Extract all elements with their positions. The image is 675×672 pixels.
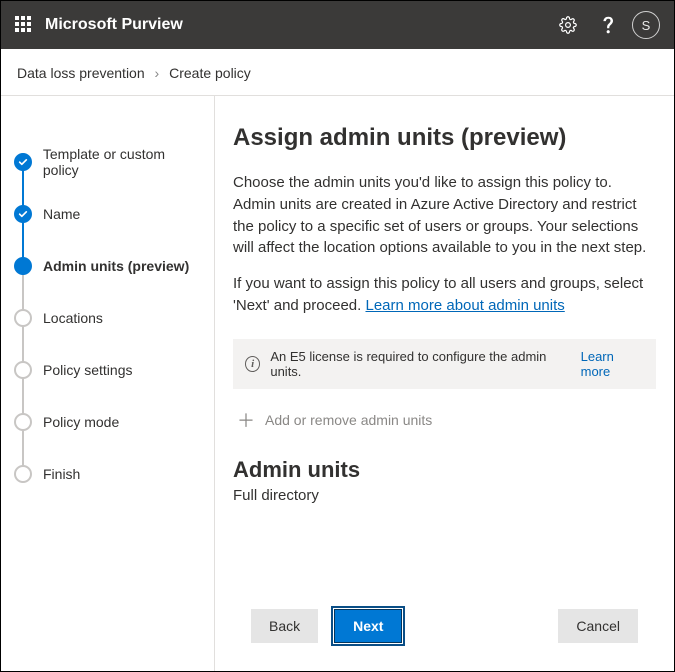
step-done-icon bbox=[14, 205, 32, 223]
help-button[interactable] bbox=[588, 1, 628, 49]
wizard-step-label: Name bbox=[43, 206, 80, 222]
description-2: If you want to assign this policy to all… bbox=[233, 273, 656, 317]
plus-icon: ＋ bbox=[237, 407, 255, 433]
wizard-step-label: Policy mode bbox=[43, 414, 119, 430]
admin-units-value: Full directory bbox=[233, 487, 656, 504]
license-info-banner: i An E5 license is required to configure… bbox=[233, 339, 656, 389]
wizard-step[interactable]: Locations bbox=[11, 292, 204, 344]
step-current-icon bbox=[14, 257, 32, 275]
banner-learn-more-link[interactable]: Learn more bbox=[581, 349, 644, 379]
wizard-step-label: Template or custom policy bbox=[43, 146, 204, 178]
step-pending-icon bbox=[14, 413, 32, 431]
gear-icon bbox=[559, 16, 577, 34]
wizard-step[interactable]: Finish bbox=[11, 448, 204, 500]
chevron-right-icon: › bbox=[155, 65, 160, 81]
wizard-step[interactable]: Policy mode bbox=[11, 396, 204, 448]
breadcrumb-parent[interactable]: Data loss prevention bbox=[17, 65, 145, 81]
step-pending-icon bbox=[14, 465, 32, 483]
wizard-sidebar: Template or custom policy Name Admin units… bbox=[1, 96, 215, 671]
settings-button[interactable] bbox=[548, 1, 588, 49]
wizard-step[interactable]: Admin units (preview) bbox=[11, 240, 204, 292]
wizard-step-label: Admin units (preview) bbox=[43, 258, 189, 274]
avatar[interactable]: S bbox=[632, 11, 660, 39]
wizard-step-label: Policy settings bbox=[43, 362, 132, 378]
top-bar: Microsoft Purview S bbox=[1, 1, 674, 49]
help-icon bbox=[601, 16, 616, 34]
add-remove-label: Add or remove admin units bbox=[265, 412, 432, 428]
breadcrumb-current: Create policy bbox=[169, 65, 251, 81]
back-button[interactable]: Back bbox=[251, 609, 318, 643]
wizard-step[interactable]: Policy settings bbox=[11, 344, 204, 396]
learn-more-admin-units-link[interactable]: Learn more about admin units bbox=[365, 297, 564, 314]
add-remove-admin-units-button[interactable]: ＋ Add or remove admin units bbox=[233, 399, 656, 447]
wizard-step[interactable]: Template or custom policy bbox=[11, 136, 204, 188]
admin-units-heading: Admin units bbox=[233, 457, 656, 483]
step-pending-icon bbox=[14, 361, 32, 379]
banner-text: An E5 license is required to configure t… bbox=[270, 349, 566, 379]
wizard-step-label: Finish bbox=[43, 466, 80, 482]
brand-title: Microsoft Purview bbox=[45, 16, 548, 34]
step-done-icon bbox=[14, 153, 32, 171]
page-title: Assign admin units (preview) bbox=[233, 124, 656, 152]
info-icon: i bbox=[245, 356, 260, 372]
wizard-footer: Back Next Cancel bbox=[233, 595, 656, 661]
wizard-step[interactable]: Name bbox=[11, 188, 204, 240]
breadcrumb: Data loss prevention › Create policy bbox=[1, 49, 674, 96]
description-1: Choose the admin units you'd like to ass… bbox=[233, 172, 656, 259]
step-pending-icon bbox=[14, 309, 32, 327]
main-content: Assign admin units (preview) Choose the … bbox=[215, 96, 674, 671]
next-button[interactable]: Next bbox=[334, 609, 402, 643]
cancel-button[interactable]: Cancel bbox=[558, 609, 638, 643]
app-launcher-icon[interactable] bbox=[15, 16, 33, 34]
wizard-step-label: Locations bbox=[43, 310, 103, 326]
